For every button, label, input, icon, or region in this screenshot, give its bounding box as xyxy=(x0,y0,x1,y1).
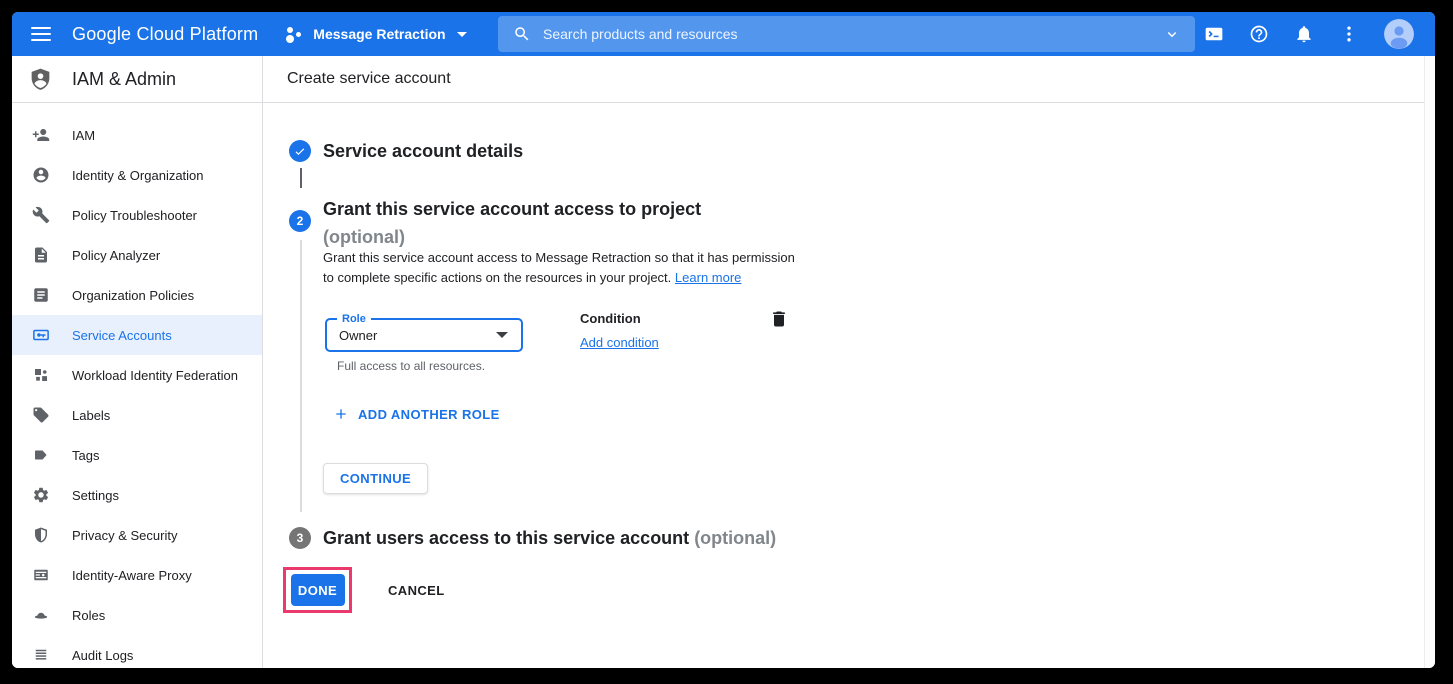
sidebar-header: IAM & Admin xyxy=(12,56,263,103)
sidebar-item-label: IAM xyxy=(72,128,95,143)
layered-card-icon xyxy=(32,566,50,584)
project-selector[interactable]: Message Retraction xyxy=(284,24,466,44)
label-tag-icon xyxy=(32,406,50,424)
dropdown-arrow-icon xyxy=(496,332,508,338)
sidebar-item-organization-policies[interactable]: Organization Policies xyxy=(12,275,262,315)
sidebar-item-label: Audit Logs xyxy=(72,648,133,663)
step3-optional-label: (optional) xyxy=(694,528,776,548)
sidebar-item-tags[interactable]: Tags xyxy=(12,435,262,475)
sidebar-item-identity-organization[interactable]: Identity & Organization xyxy=(12,155,262,195)
search-expand-chevron-icon[interactable] xyxy=(1163,25,1181,43)
document-list-icon xyxy=(32,286,50,304)
sidebar-item-workload-identity-federation[interactable]: Workload Identity Federation xyxy=(12,355,262,395)
step1-completed-check-icon xyxy=(289,140,311,162)
sidebar-item-settings[interactable]: Settings xyxy=(12,475,262,515)
step3-title[interactable]: Grant users access to this service accou… xyxy=(323,528,689,548)
person-circle-icon xyxy=(32,166,50,184)
sidebar-item-label: Organization Policies xyxy=(72,288,194,303)
sidebar-item-roles[interactable]: Roles xyxy=(12,595,262,635)
page-header: Create service account xyxy=(263,56,1435,103)
service-account-key-icon xyxy=(32,326,50,344)
person-add-icon xyxy=(32,126,50,144)
continue-button[interactable]: CONTINUE xyxy=(323,463,428,494)
sidebar-item-label: Policy Analyzer xyxy=(72,248,160,263)
hat-icon xyxy=(32,606,50,624)
step2-optional-label: (optional) xyxy=(323,223,701,251)
plus-icon xyxy=(333,406,349,422)
vertical-scrollbar[interactable] xyxy=(1424,56,1435,668)
sidebar-item-iam[interactable]: IAM xyxy=(12,115,262,155)
squares-grid-icon xyxy=(32,366,50,384)
sidebar-item-policy-troubleshooter[interactable]: Policy Troubleshooter xyxy=(12,195,262,235)
add-condition-link[interactable]: Add condition xyxy=(580,335,659,350)
delete-role-button[interactable] xyxy=(769,309,793,333)
sidebar-item-label: Identity & Organization xyxy=(72,168,204,183)
cancel-button[interactable]: CANCEL xyxy=(388,583,445,598)
step-connector xyxy=(300,240,302,512)
sidebar-item-policy-analyzer[interactable]: Policy Analyzer xyxy=(12,235,262,275)
wrench-icon xyxy=(32,206,50,224)
role-selected-value: Owner xyxy=(339,328,496,343)
role-helper-text: Full access to all resources. xyxy=(337,359,485,373)
condition-label: Condition xyxy=(580,311,641,326)
gcp-console-window: Google Cloud Platform Message Retraction… xyxy=(12,12,1435,668)
sidebar-title: IAM & Admin xyxy=(72,69,176,90)
menu-icon[interactable] xyxy=(29,22,53,46)
step2-number: 2 xyxy=(297,214,304,228)
step3-circle: 3 xyxy=(289,527,311,549)
sidebar-item-label: Roles xyxy=(72,608,105,623)
add-another-role-button[interactable]: ADD ANOTHER ROLE xyxy=(333,406,500,422)
step-connector xyxy=(300,168,302,188)
step2-circle: 2 xyxy=(289,210,311,232)
sidebar-item-label: Policy Troubleshooter xyxy=(72,208,197,223)
sidebar-item-label: Service Accounts xyxy=(72,328,172,343)
shield-icon xyxy=(32,526,50,544)
search-bar[interactable] xyxy=(498,16,1195,52)
sidebar-item-label: Labels xyxy=(72,408,110,423)
create-service-account-form: Service account details 2 Grant this ser… xyxy=(263,103,1424,668)
role-select[interactable]: Role Owner xyxy=(325,318,523,352)
sidebar-item-label: Tags xyxy=(72,448,99,463)
search-input[interactable] xyxy=(543,26,1163,42)
sidebar-item-label: Identity-Aware Proxy xyxy=(72,568,192,583)
project-icon xyxy=(284,24,304,44)
add-another-role-label: ADD ANOTHER ROLE xyxy=(358,407,500,422)
step1-title[interactable]: Service account details xyxy=(323,137,523,165)
document-check-icon xyxy=(32,246,50,264)
notifications-bell-icon[interactable] xyxy=(1294,24,1314,44)
role-field-label: Role xyxy=(337,312,371,326)
help-icon[interactable] xyxy=(1249,24,1269,44)
sidebar-item-label: Privacy & Security xyxy=(72,528,177,543)
iam-admin-shield-icon xyxy=(28,67,53,92)
avatar[interactable] xyxy=(1384,19,1414,49)
sidebar-item-label: Settings xyxy=(72,488,119,503)
cloud-shell-icon[interactable] xyxy=(1204,24,1224,44)
sidebar-item-labels[interactable]: Labels xyxy=(12,395,262,435)
sidebar-item-service-accounts[interactable]: Service Accounts xyxy=(12,315,262,355)
search-icon xyxy=(513,25,531,43)
done-button[interactable]: DONE xyxy=(291,574,345,606)
top-app-bar: Google Cloud Platform Message Retraction xyxy=(12,12,1435,56)
page-title: Create service account xyxy=(287,70,451,88)
topbar-actions xyxy=(1204,12,1435,56)
chevron-down-icon xyxy=(457,32,467,37)
sidebar-item-identity-aware-proxy[interactable]: Identity-Aware Proxy xyxy=(12,555,262,595)
list-lines-icon xyxy=(32,646,50,664)
step3-number: 3 xyxy=(297,531,304,545)
tag-arrow-icon xyxy=(32,446,50,464)
gear-icon xyxy=(32,486,50,504)
trash-icon xyxy=(769,309,789,329)
sidebar-item-privacy-security[interactable]: Privacy & Security xyxy=(12,515,262,555)
sidebar-item-label: Workload Identity Federation xyxy=(72,368,238,383)
more-vert-icon[interactable] xyxy=(1339,24,1359,44)
sidebar-nav: IAM Identity & Organization Policy Troub… xyxy=(12,103,263,668)
step2-title: Grant this service account access to pro… xyxy=(323,195,701,223)
project-name: Message Retraction xyxy=(313,26,445,42)
sidebar-item-audit-logs[interactable]: Audit Logs xyxy=(12,635,262,668)
form-actions: DONE CANCEL xyxy=(283,567,445,613)
annotation-highlight-box: DONE xyxy=(283,567,352,613)
learn-more-link[interactable]: Learn more xyxy=(675,270,741,285)
gcp-logo[interactable]: Google Cloud Platform xyxy=(72,24,258,45)
